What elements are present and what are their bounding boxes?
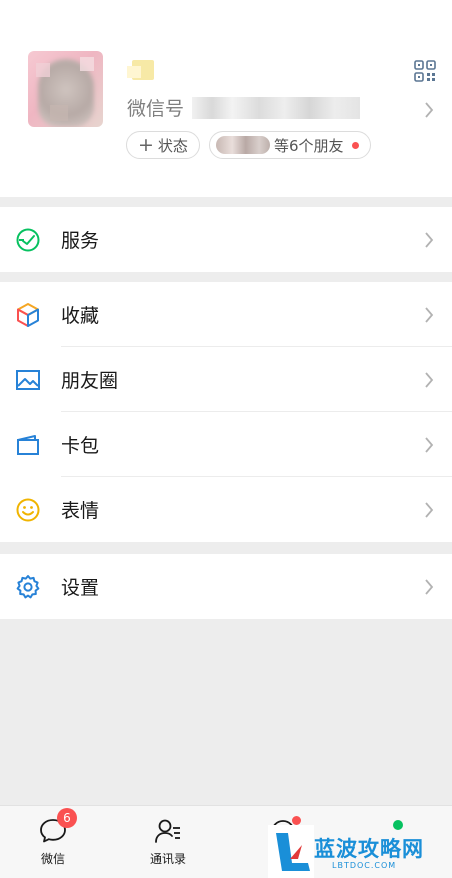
menu-item-label: 收藏: [61, 305, 100, 327]
profile-header[interactable]: 微信号 + 状态 等6个朋友: [0, 0, 452, 197]
image-icon: [16, 369, 40, 390]
menu-item-label: 服务: [61, 230, 100, 252]
wallet-check-icon: [16, 228, 40, 251]
chevron-right-icon: [425, 436, 434, 453]
menu-item-label: 卡包: [61, 435, 100, 457]
tab-label: 微信: [40, 852, 65, 866]
discover-red-dot: [292, 816, 301, 825]
menu-item-service[interactable]: 服务: [0, 207, 452, 272]
chevron-right-icon: [425, 306, 434, 323]
friends-label: 等6个朋友: [274, 136, 344, 155]
status-button[interactable]: + 状态: [126, 131, 200, 159]
settings-section: 设置: [0, 554, 452, 619]
friends-status-pill[interactable]: 等6个朋友: [209, 131, 371, 159]
wechat-id-label: 微信号: [127, 98, 185, 120]
watermark-logo: [268, 825, 314, 878]
tab-label: 通讯录: [149, 852, 186, 866]
card-icon: [17, 434, 39, 455]
wechat-id-value: [192, 97, 360, 119]
chevron-right-icon: [425, 578, 434, 595]
contacts-icon: [155, 819, 180, 843]
watermark-subtitle: LBTDOC.COM: [332, 861, 397, 870]
friend-avatars: [216, 136, 270, 154]
status-label: 状态: [157, 136, 188, 155]
chevron-right-icon: [425, 102, 434, 118]
unread-badge: 6: [57, 808, 77, 828]
watermark-title: 蓝波攻略网: [314, 837, 424, 861]
menu-item-favorites[interactable]: 收藏: [0, 282, 452, 347]
tab-chats[interactable]: 微信: [13, 816, 93, 867]
menu-item-cards[interactable]: 卡包: [0, 412, 452, 477]
smiley-icon: [16, 498, 40, 521]
menu-item-stickers[interactable]: 表情: [0, 477, 452, 542]
menu-item-moments[interactable]: 朋友圈: [0, 347, 452, 412]
watermark: 蓝波攻略网 LBTDOC.COM: [268, 825, 452, 878]
menu-item-label: 设置: [61, 577, 100, 599]
main-menu-section: 收藏 朋友圈 卡包 表情: [0, 282, 452, 542]
chevron-right-icon: [425, 231, 434, 248]
service-section: 服务: [0, 207, 452, 272]
chevron-right-icon: [425, 501, 434, 518]
gear-icon: [16, 574, 40, 598]
qr-code-icon[interactable]: [414, 60, 436, 82]
nickname: [127, 58, 157, 82]
menu-item-settings[interactable]: 设置: [0, 554, 452, 619]
red-dot: [351, 141, 359, 149]
chevron-right-icon: [425, 371, 434, 388]
plus-icon: +: [138, 133, 154, 156]
cube-icon: [17, 302, 39, 327]
menu-item-label: 表情: [61, 500, 100, 522]
menu-item-label: 朋友圈: [61, 370, 119, 392]
avatar[interactable]: [28, 51, 103, 127]
tab-contacts[interactable]: 通讯录: [128, 816, 208, 867]
